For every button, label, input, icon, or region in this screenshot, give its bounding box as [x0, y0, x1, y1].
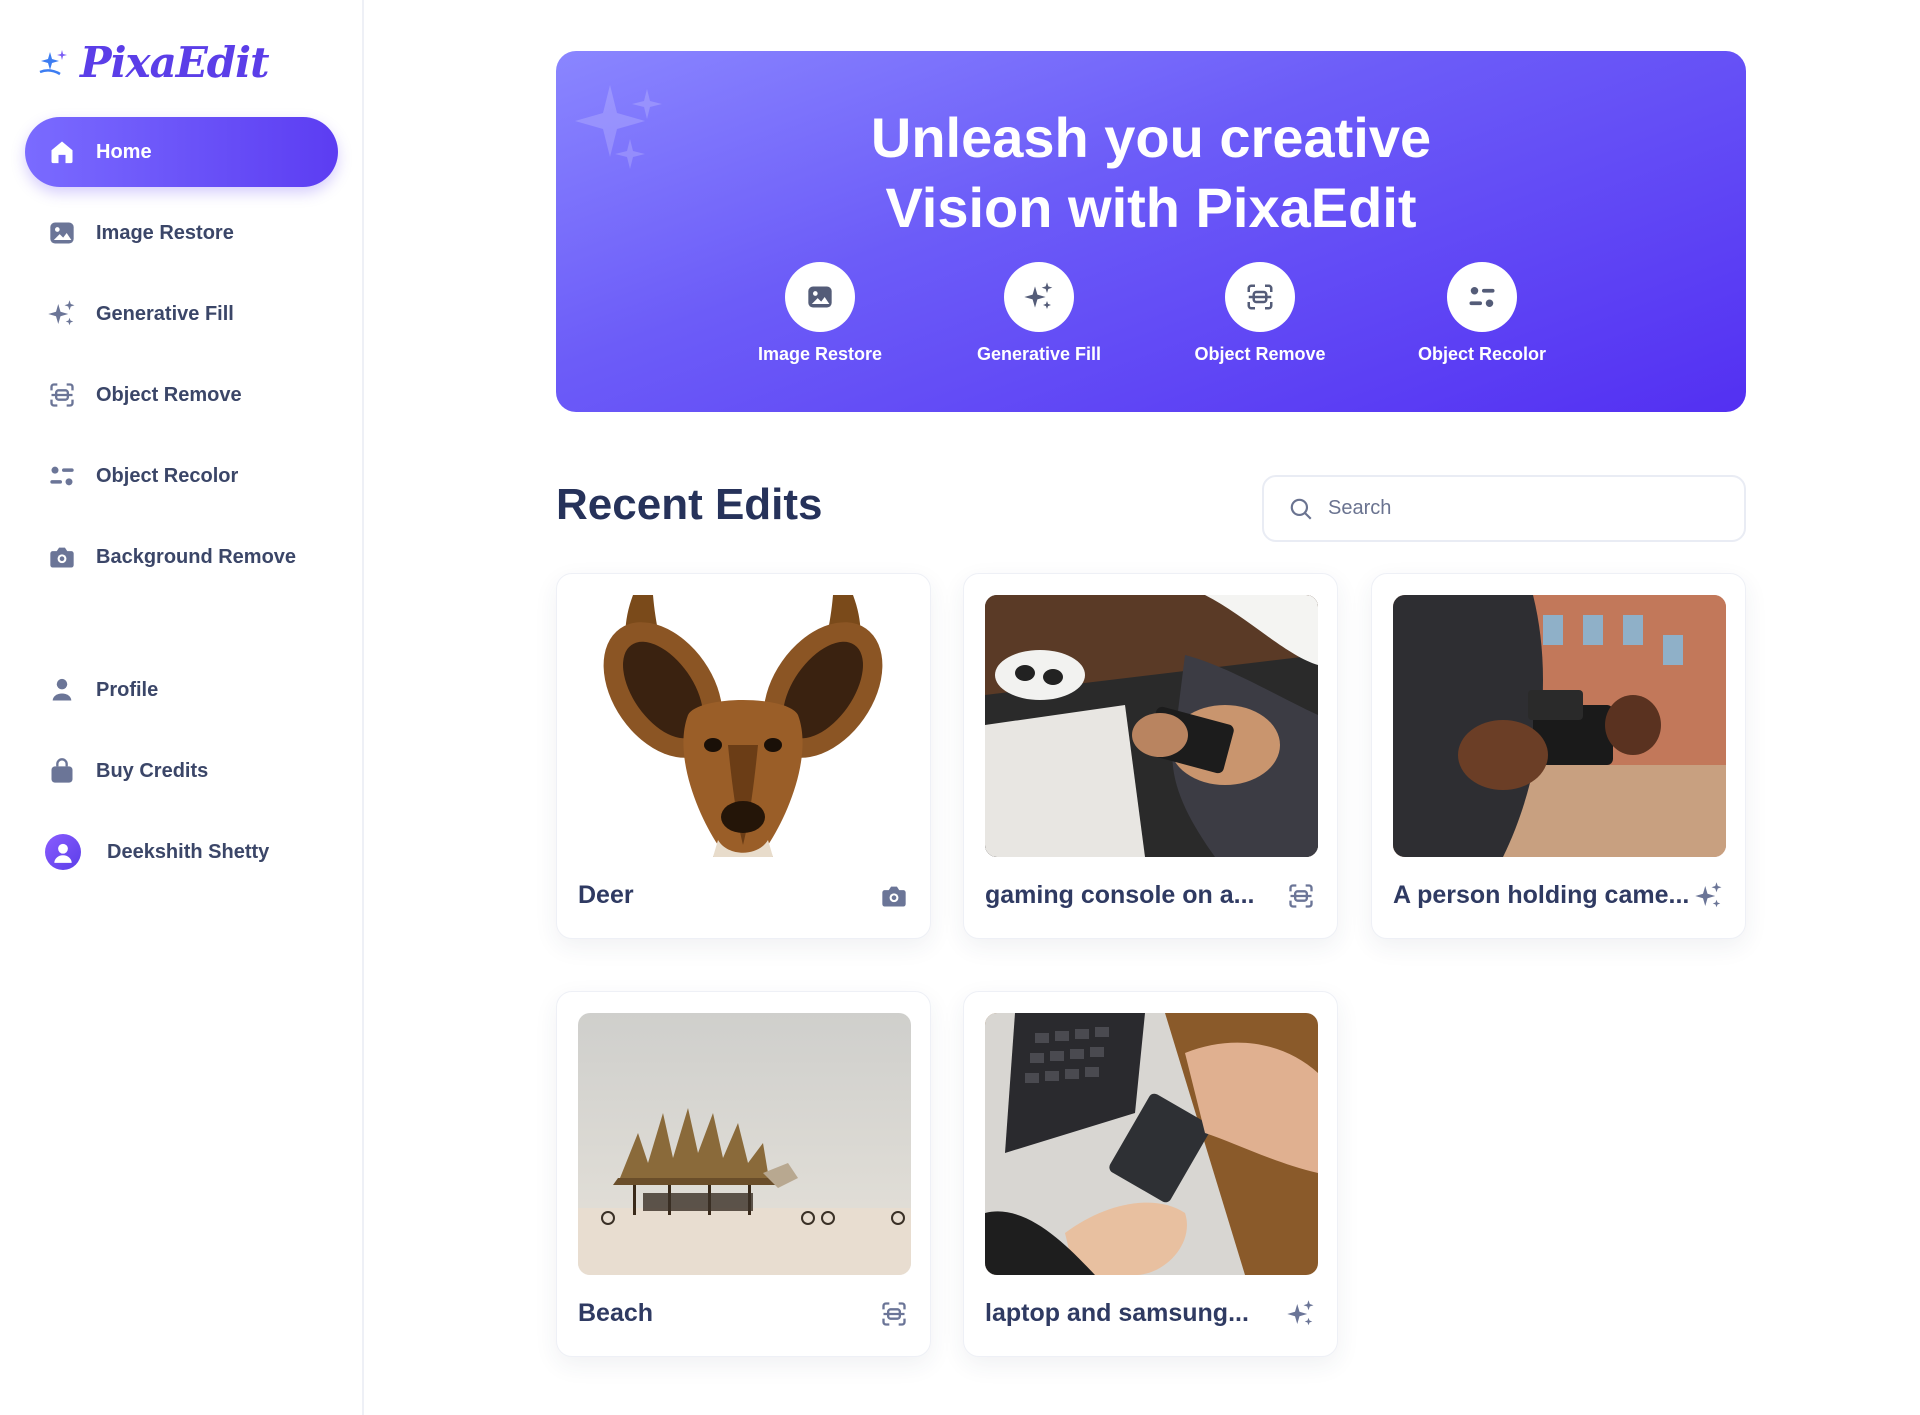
- camera-icon[interactable]: [879, 881, 909, 911]
- hero-action-circle: [1225, 262, 1295, 332]
- sidebar-item-home[interactable]: Home: [25, 117, 338, 187]
- thumbnail-image[interactable]: [1393, 595, 1726, 857]
- logo[interactable]: PixaEdit: [38, 38, 270, 87]
- sidebar-item-label: Image Restore: [96, 221, 234, 244]
- recolor-icon: [45, 459, 79, 493]
- sidebar-item-label: Object Recolor: [96, 464, 239, 487]
- hero-title-line-2: Vision with PixaEdit: [885, 176, 1417, 239]
- sidebar-item-label: Home: [96, 140, 152, 163]
- hero-action-object-recolor[interactable]: Object Recolor: [1382, 262, 1582, 365]
- card-title: A person holding came...: [1393, 881, 1690, 909]
- recent-edits-title: Recent Edits: [556, 480, 823, 529]
- card-title: gaming console on a...: [985, 881, 1255, 909]
- sidebar-item-label: Profile: [96, 678, 159, 701]
- sidebar-item-label: Object Remove: [96, 383, 242, 406]
- recent-edit-card[interactable]: A person holding came...: [1371, 573, 1746, 939]
- thumbnail-image[interactable]: [578, 1013, 911, 1275]
- hero-action-object-remove[interactable]: Object Remove: [1160, 262, 1360, 365]
- bag-icon: [45, 754, 79, 788]
- sidebar-item-label: Background Remove: [96, 545, 297, 568]
- sidebar-nav: Home Image Restore Generative Fill Objec…: [25, 117, 338, 603]
- thumbnail-image[interactable]: [985, 595, 1318, 857]
- hero-title: Unleash you creative Vision with PixaEdi…: [556, 103, 1746, 243]
- hero-title-line-1: Unleash you creative: [870, 106, 1432, 169]
- hero-action-label: Object Recolor: [1417, 344, 1547, 364]
- sidebar: PixaEdit Home Image Restore Generative F…: [0, 0, 364, 1415]
- sparkles-icon[interactable]: [1286, 1299, 1316, 1329]
- sidebar-item-object-recolor[interactable]: Object Recolor: [25, 441, 338, 511]
- scan-icon[interactable]: [1286, 881, 1316, 911]
- hero-action-circle: [785, 262, 855, 332]
- sidebar-item-background-remove[interactable]: Background Remove: [25, 522, 338, 592]
- brand-name: PixaEdit: [80, 38, 270, 87]
- sidebar-item-image-restore[interactable]: Image Restore: [25, 198, 338, 268]
- sidebar-item-label: Buy Credits: [96, 759, 209, 782]
- image-icon: [808, 286, 832, 308]
- recolor-icon: [1469, 287, 1495, 307]
- thumbnail-image[interactable]: [985, 1013, 1318, 1275]
- sidebar-lower: Profile Buy Credits Deekshith Shetty: [25, 655, 338, 887]
- hero-banner: Unleash you creative Vision with PixaEdi…: [556, 51, 1746, 412]
- sparkles-icon: [1024, 282, 1053, 309]
- hero-action-label: Image Restore: [757, 344, 883, 364]
- search-input[interactable]: [1328, 497, 1708, 520]
- camera-icon: [45, 540, 79, 574]
- hero-action-generative-fill[interactable]: Generative Fill: [939, 262, 1139, 365]
- hero-action-image-restore[interactable]: Image Restore: [720, 262, 920, 365]
- sidebar-item-generative-fill[interactable]: Generative Fill: [25, 279, 338, 349]
- scan-icon: [1247, 284, 1273, 310]
- sidebar-item-profile[interactable]: Profile: [25, 655, 338, 725]
- sparkles-icon: [45, 297, 79, 331]
- scan-icon[interactable]: [879, 1299, 909, 1329]
- logo-sparkle-icon: [39, 49, 67, 75]
- recent-edit-card[interactable]: laptop and samsung...: [963, 991, 1338, 1357]
- recent-edit-card[interactable]: gaming console on a...: [963, 573, 1338, 939]
- sidebar-item-buy-credits[interactable]: Buy Credits: [25, 736, 338, 806]
- card-title: Deer: [578, 881, 634, 909]
- sidebar-item-label: Generative Fill: [96, 302, 234, 325]
- user-profile-row[interactable]: Deekshith Shetty: [25, 817, 338, 887]
- scan-icon: [45, 378, 79, 412]
- hero-action-circle: [1447, 262, 1517, 332]
- card-title: laptop and samsung...: [985, 1299, 1249, 1327]
- hero-action-label: Generative Fill: [976, 344, 1102, 364]
- home-icon: [45, 135, 79, 169]
- sidebar-item-object-remove[interactable]: Object Remove: [25, 360, 338, 430]
- recent-edit-card[interactable]: Beach: [556, 991, 931, 1357]
- image-icon: [45, 216, 79, 250]
- user-icon: [45, 673, 79, 707]
- sparkles-icon[interactable]: [1694, 881, 1724, 911]
- user-name: Deekshith Shetty: [107, 840, 270, 863]
- avatar: [45, 834, 81, 870]
- search-icon: [1290, 498, 1312, 520]
- hero-actions: Image Restore Generative Fill Object Rem…: [556, 262, 1746, 372]
- hero-action-label: Object Remove: [1194, 344, 1326, 364]
- thumbnail-image[interactable]: [578, 595, 911, 857]
- card-title: Beach: [578, 1299, 654, 1327]
- search-box[interactable]: [1262, 475, 1746, 542]
- recent-edit-card[interactable]: Deer: [556, 573, 931, 939]
- hero-action-circle: [1004, 262, 1074, 332]
